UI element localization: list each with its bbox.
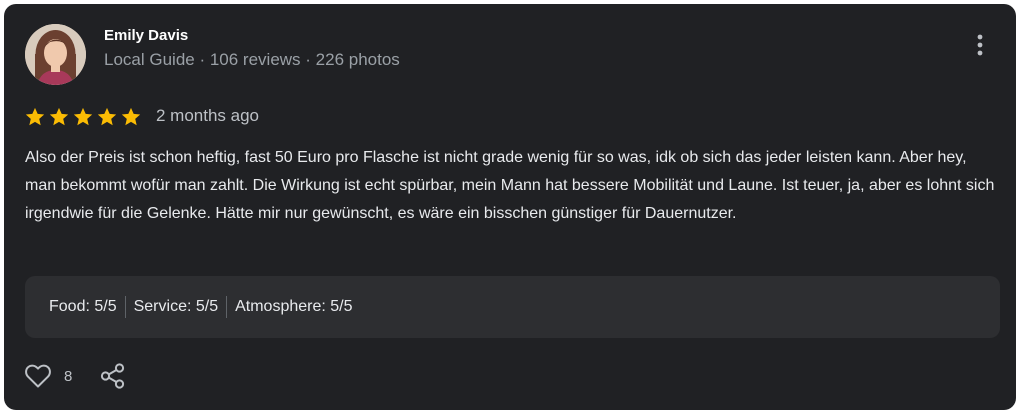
star-icon	[73, 107, 93, 126]
rating-divider	[226, 296, 228, 318]
star-icon	[49, 107, 69, 126]
review-time: 2 months ago	[156, 106, 260, 125]
review-text: Also der Preis ist schon heftig, fast 50…	[25, 149, 995, 222]
like-button[interactable]	[24, 363, 52, 389]
more-options-button[interactable]	[970, 30, 990, 60]
heart-icon	[25, 364, 51, 388]
author-meta: Local Guide · 106 reviews · 226 photos	[104, 50, 400, 69]
sub-ratings: Food: 5/5 Service: 5/5 Atmosphere: 5/5	[25, 276, 1000, 338]
avatar-image	[25, 24, 86, 85]
star-icon	[121, 107, 141, 126]
atmosphere-rating: Atmosphere: 5/5	[235, 298, 353, 315]
star-icon	[97, 107, 117, 126]
share-button[interactable]	[99, 362, 127, 390]
service-rating: Service: 5/5	[133, 298, 219, 315]
rating-divider	[124, 296, 126, 318]
more-vert-icon	[977, 34, 983, 56]
share-icon	[100, 363, 125, 389]
star-rating	[24, 106, 142, 128]
avatar[interactable]	[25, 24, 86, 85]
star-icon	[25, 107, 45, 126]
author-name[interactable]: Emily Davis	[104, 27, 188, 44]
like-count: 8	[64, 368, 73, 385]
review-card: Emily Davis Local Guide · 106 reviews · …	[4, 4, 1016, 410]
food-rating: Food: 5/5	[49, 298, 117, 315]
